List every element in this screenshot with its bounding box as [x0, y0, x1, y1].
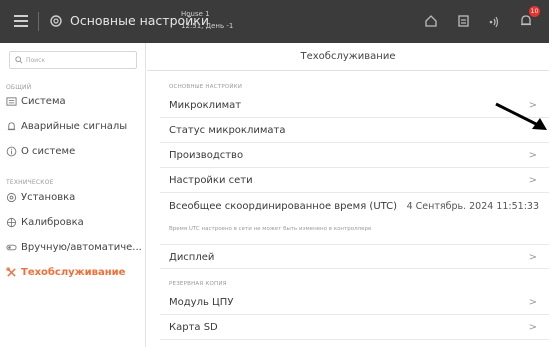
sidebar-item-label: Техобслуживание	[21, 267, 126, 278]
toggle-icon	[6, 244, 17, 251]
sidebar-item-label: Аварийные сигналы	[21, 121, 128, 132]
chevron-right-icon: >	[528, 150, 537, 161]
row-label: Модуль ЦПУ	[169, 297, 234, 308]
row-label: Всеобщее скоординированное время (UTC)	[169, 201, 398, 212]
sidebar-item-installation[interactable]: Установка	[6, 189, 146, 209]
section-label-general: ОБЩИЙ	[6, 84, 32, 91]
alarm-bell-icon	[7, 122, 16, 131]
row-utc-time: Всеобщее скоординированное время (UTC) 4…	[160, 194, 549, 219]
row-microclimate[interactable]: Микроклимат >	[160, 93, 549, 118]
notifications[interactable]: 10	[518, 6, 540, 29]
sidebar-item-label: Вручную/автоматиче...	[21, 242, 142, 253]
search-input[interactable]	[26, 53, 131, 67]
document-icon[interactable]	[455, 13, 471, 29]
home-icon[interactable]	[423, 13, 439, 29]
settings-icon	[6, 192, 17, 203]
sidebar-item-label: Установка	[21, 192, 76, 203]
house-name: House 1	[181, 10, 210, 18]
row-cpu-module[interactable]: Модуль ЦПУ >	[160, 290, 549, 315]
main-header: Техобслуживание	[147, 43, 549, 71]
row-network-settings[interactable]: Настройки сети >	[160, 168, 549, 193]
sidebar-item-calibration[interactable]: Калибровка	[6, 214, 146, 234]
utc-note: Время UTC настроено в сети не может быть…	[169, 226, 372, 232]
annotation-arrow-icon	[495, 102, 547, 130]
settings-gear-icon	[50, 15, 62, 27]
topbar-divider	[38, 12, 39, 31]
calibration-icon	[6, 217, 17, 228]
house-info[interactable]: House 1 12:51, День -1	[181, 8, 301, 32]
chevron-right-icon: >	[528, 297, 537, 308]
row-label: Статус микроклимата	[169, 125, 286, 136]
top-bar: Основные настройки House 1 12:51, День -…	[0, 0, 549, 43]
system-icon	[6, 97, 17, 106]
sidebar-item-manual-auto[interactable]: Вручную/автоматиче...	[6, 239, 146, 259]
row-label: Настройки сети	[169, 175, 253, 186]
group-label-backup: РЕЗЕРВНАЯ КОПИЯ	[169, 281, 227, 287]
sidebar-item-system[interactable]: Система	[6, 93, 146, 113]
search-icon	[15, 56, 23, 64]
sidebar-item-label: Калибровка	[21, 217, 84, 228]
chevron-right-icon: >	[528, 252, 537, 263]
chevron-right-icon: >	[528, 322, 537, 333]
section-label-technical: ТЕХНИЧЕСКОЕ	[6, 179, 54, 186]
notification-badge: 10	[529, 6, 540, 17]
sidebar-item-label: Система	[21, 96, 66, 107]
sidebar-item-label: О системе	[21, 146, 76, 157]
row-display[interactable]: Дисплей >	[160, 244, 549, 269]
sidebar: ОБЩИЙ Система Аварийные сигналы О систем…	[0, 43, 146, 347]
row-microclimate-status[interactable]: Статус микроклимата	[160, 118, 549, 143]
row-label: Производство	[169, 150, 244, 161]
search-box[interactable]	[9, 51, 137, 69]
row-production[interactable]: Производство >	[160, 143, 549, 168]
row-label: Дисплей	[169, 252, 215, 263]
sidebar-item-maintenance[interactable]: Техобслуживание	[6, 264, 146, 284]
chevron-right-icon: >	[528, 175, 537, 186]
hamburger-menu-icon[interactable]	[14, 15, 28, 27]
row-sd-card[interactable]: Карта SD >	[160, 315, 549, 340]
info-icon	[6, 146, 17, 157]
page-title: Техобслуживание	[300, 51, 396, 62]
sidebar-item-about[interactable]: О системе	[6, 143, 146, 163]
row-label: Карта SD	[169, 322, 218, 333]
utc-time-value: 4 Сентябрь. 2024 11:51:33	[406, 201, 539, 212]
house-status: 12:51, День -1	[181, 22, 234, 30]
signal-icon[interactable]	[486, 13, 502, 29]
row-label: Микроклимат	[169, 100, 242, 111]
group-label-basic: ОСНОВНЫЕ НАСТРОЙКИ	[169, 84, 243, 90]
wrench-icon	[6, 267, 16, 277]
sidebar-item-alarms[interactable]: Аварийные сигналы	[6, 118, 146, 138]
